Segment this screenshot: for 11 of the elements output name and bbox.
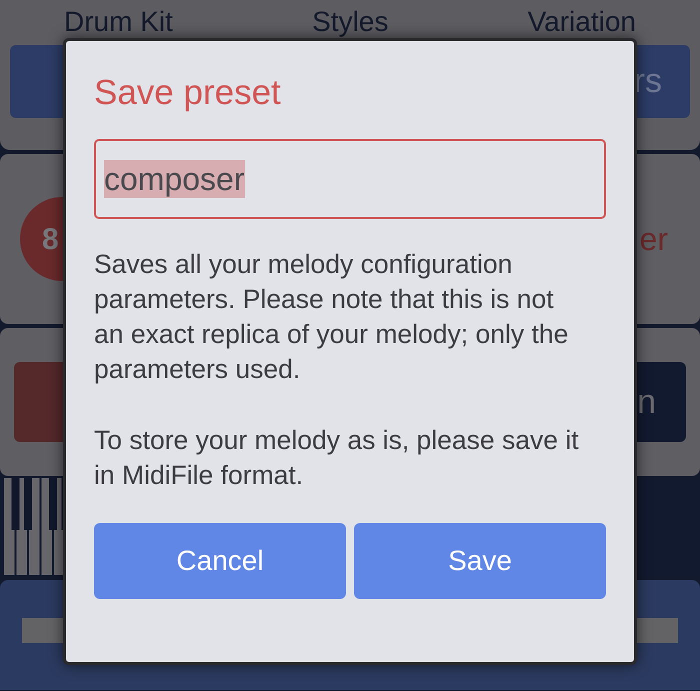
dial-value: 8 <box>42 222 59 258</box>
save-button[interactable]: Save <box>354 523 606 599</box>
column-label: Drum Kit <box>64 6 173 38</box>
cancel-button[interactable]: Cancel <box>94 523 346 599</box>
dialog-title: Save preset <box>94 72 282 114</box>
preset-name-field[interactable]: composer <box>94 139 606 219</box>
column-label: Styles <box>312 6 388 38</box>
field-value: composer <box>104 160 244 198</box>
card-label: er <box>640 220 668 259</box>
column-label: Variation <box>528 6 636 38</box>
dialog-message: To store your melody as is, please save it in MidiFile format. <box>94 424 580 492</box>
